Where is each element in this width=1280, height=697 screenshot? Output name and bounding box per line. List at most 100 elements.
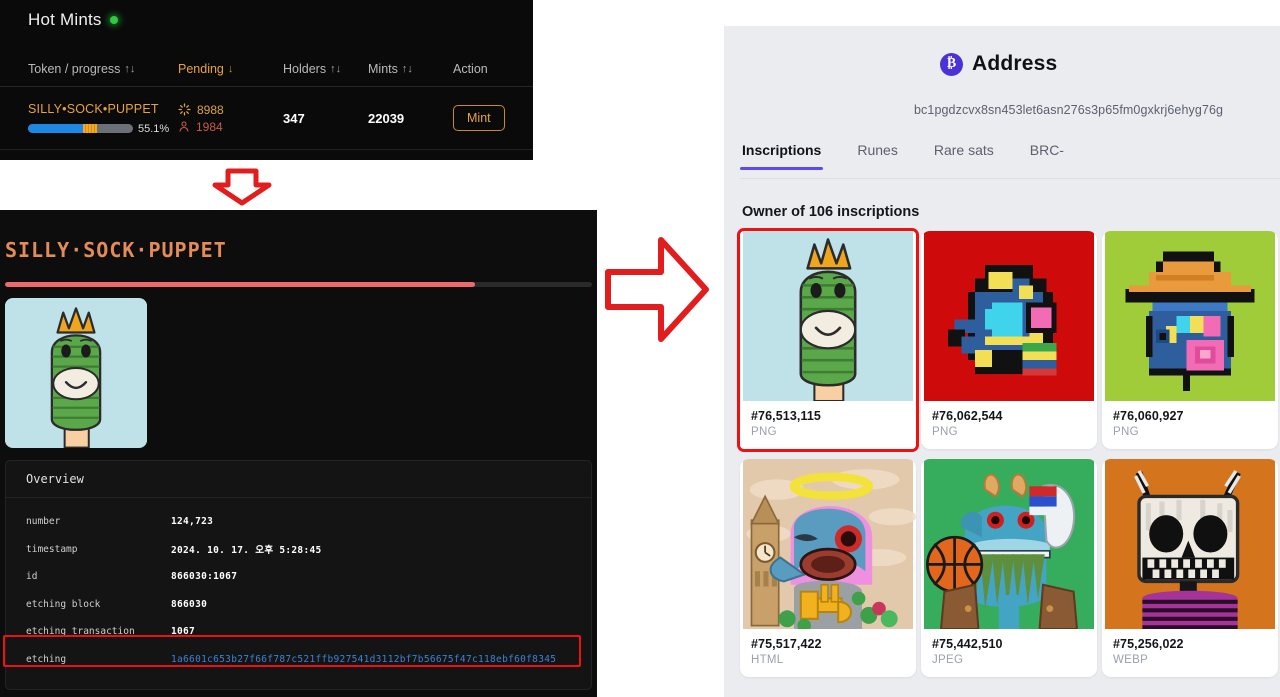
overview-rows: number 124,723 timestamp 2024. 10. 17. 오… (6, 498, 591, 673)
halo-dolphin-art (743, 459, 916, 629)
column-label: Pending (178, 62, 224, 76)
overview-row: timestamp 2024. 10. 17. 오후 5:28:45 (6, 536, 591, 564)
inscription-type: PNG (1113, 426, 1139, 438)
field-key: etching (26, 653, 67, 665)
token-thumbnail[interactable] (5, 298, 147, 448)
field-value: 866030 (171, 598, 208, 610)
tab-runes[interactable]: Runes (855, 134, 899, 169)
progress-segment-pending (82, 124, 98, 133)
overview-row: etching transaction 1067 (6, 618, 591, 646)
overview-row: number 124,723 (6, 508, 591, 536)
sort-icon[interactable]: ↑↓ (330, 63, 341, 75)
tab-brc[interactable]: BRC- (1028, 134, 1066, 169)
red-pixel-art (924, 231, 1094, 401)
progress-segment-minted (28, 124, 83, 133)
overview-header: Overview (6, 461, 591, 498)
owner-summary: Owner of 106 inscriptions (742, 204, 920, 220)
cell-action: Mint (453, 105, 523, 131)
inscription-id: #75,517,422 (751, 637, 822, 651)
sort-icon[interactable]: ↑↓ (124, 63, 135, 75)
hot-mints-panel: Hot Mints Token / progress ↑↓ Pending ↓ … (0, 0, 533, 160)
screenshot-root: Hot Mints Token / progress ↑↓ Pending ↓ … (0, 0, 1280, 697)
sock-puppet-art (743, 231, 913, 401)
overview-row: id 866030:1067 (6, 563, 591, 591)
token-name[interactable]: SILLY•SOCK•PUPPET (28, 102, 178, 116)
overview-row-etching: etching 1a6601c653b27f66f787c521ffb92754… (6, 646, 591, 674)
field-value: 2024. 10. 17. 오후 5:28:45 (171, 545, 322, 557)
address-string[interactable]: bc1pgdzcvx8sn453let6asn276s3p65fm0gxkrj6… (914, 103, 1223, 117)
cell-mints: 22039 (368, 110, 405, 126)
field-value: 124,723 (171, 516, 214, 528)
inscriptions-grid: #76,513,115 PNG #76,062,544 PNG #76,060,… (737, 228, 1280, 677)
field-key: timestamp (26, 543, 78, 555)
inscription-type: HTML (751, 654, 784, 666)
inscription-type: PNG (751, 426, 777, 438)
mint-button[interactable]: Mint (453, 105, 505, 131)
sort-icon[interactable]: ↑↓ (402, 63, 413, 75)
field-key: etching block (26, 598, 101, 610)
pending-holders-line: 1984 (178, 120, 283, 134)
right-arrow-icon (605, 237, 709, 342)
address-title-group: ₿ Address (940, 52, 1280, 76)
column-pending[interactable]: Pending ↓ (178, 62, 283, 76)
down-arrow-icon (212, 168, 272, 206)
field-key: number (26, 516, 61, 528)
progress-percent: 55.1% (138, 122, 170, 135)
inscription-card[interactable]: #75,442,510 JPEG (921, 459, 1097, 677)
inscription-id: #76,062,544 (932, 409, 1003, 423)
inscription-card[interactable]: #75,256,022 WEBP (1102, 459, 1278, 677)
column-holders[interactable]: Holders ↑↓ (283, 62, 368, 76)
token-detail-progress-fill (5, 282, 475, 287)
etching-hash-link[interactable]: 1a6601c653b27f66f787c521ffb927541d3112bf… (171, 654, 556, 665)
inscription-id: #75,256,022 (1113, 637, 1184, 651)
hot-mints-title: Hot Mints (28, 10, 118, 30)
pending-mints-value: 8988 (197, 102, 224, 117)
field-value: 866030:1067 (171, 571, 238, 583)
bitcoin-icon: ₿ (940, 52, 963, 76)
column-mints[interactable]: Mints ↑↓ (368, 62, 453, 76)
cell-holders: 347 (283, 110, 305, 126)
basketball-puppet-art (924, 459, 1094, 629)
tab-inscriptions[interactable]: Inscriptions (740, 134, 824, 170)
left-column: Hot Mints Token / progress ↑↓ Pending ↓ … (0, 0, 600, 697)
mint-progress-bar (28, 124, 133, 133)
green-straw-hat-art (1105, 231, 1275, 401)
spinner-icon (178, 103, 191, 116)
sort-desc-icon[interactable]: ↓ (228, 63, 234, 75)
inscription-card[interactable]: #76,060,927 PNG (1102, 231, 1278, 449)
inscription-card[interactable]: #76,513,115 PNG (737, 228, 919, 452)
tab-bar: Inscriptions Runes Rare sats BRC- (740, 134, 1280, 179)
field-key: id (26, 571, 38, 583)
cell-pending: 8988 1984 (178, 103, 283, 134)
inscription-type: WEBP (1113, 654, 1149, 666)
pending-mints-line: 8988 (178, 103, 283, 117)
column-action: Action (453, 62, 523, 76)
table-row[interactable]: SILLY•SOCK•PUPPET 55.1% 8988 1984 347 22… (0, 87, 533, 150)
token-detail-progress-bar (5, 282, 592, 287)
field-key: etching transaction (26, 626, 135, 638)
token-detail-panel: SILLY·SOCK·PUPPET Overview number 124,72… (0, 210, 597, 697)
inscription-card[interactable]: #75,517,422 HTML (740, 459, 916, 677)
tab-rare-sats[interactable]: Rare sats (932, 134, 996, 169)
column-label: Holders (283, 62, 327, 76)
inscription-card[interactable]: #76,062,544 PNG (921, 231, 1097, 449)
column-token-progress[interactable]: Token / progress ↑↓ (0, 62, 178, 76)
inscription-id: #76,060,927 (1113, 409, 1184, 423)
inscription-meta: #75,256,022 WEBP (1102, 629, 1278, 677)
page-title: Address (972, 52, 1058, 75)
address-page: ₿ Address bc1pgdzcvx8sn453let6asn276s3p6… (724, 26, 1280, 697)
field-value: 1067 (171, 626, 196, 638)
basketball (926, 535, 984, 593)
person-icon (179, 121, 189, 132)
live-status-dot (109, 16, 118, 24)
column-label: Token / progress (28, 62, 121, 76)
inscription-meta: #75,442,510 JPEG (921, 629, 1097, 677)
hot-mints-title-text: Hot Mints (28, 10, 102, 29)
table-header-row: Token / progress ↑↓ Pending ↓ Holders ↑↓… (0, 52, 533, 87)
inscription-id: #75,442,510 (932, 637, 1003, 651)
inscription-meta: #75,517,422 HTML (740, 629, 916, 677)
cell-token-progress: SILLY•SOCK•PUPPET 55.1% (0, 102, 178, 135)
hot-mints-table: Token / progress ↑↓ Pending ↓ Holders ↑↓… (0, 52, 533, 150)
progress-wrapper: 55.1% (28, 123, 178, 135)
address-header: ₿ Address bc1pgdzcvx8sn453let6asn276s3p6… (724, 26, 1280, 136)
